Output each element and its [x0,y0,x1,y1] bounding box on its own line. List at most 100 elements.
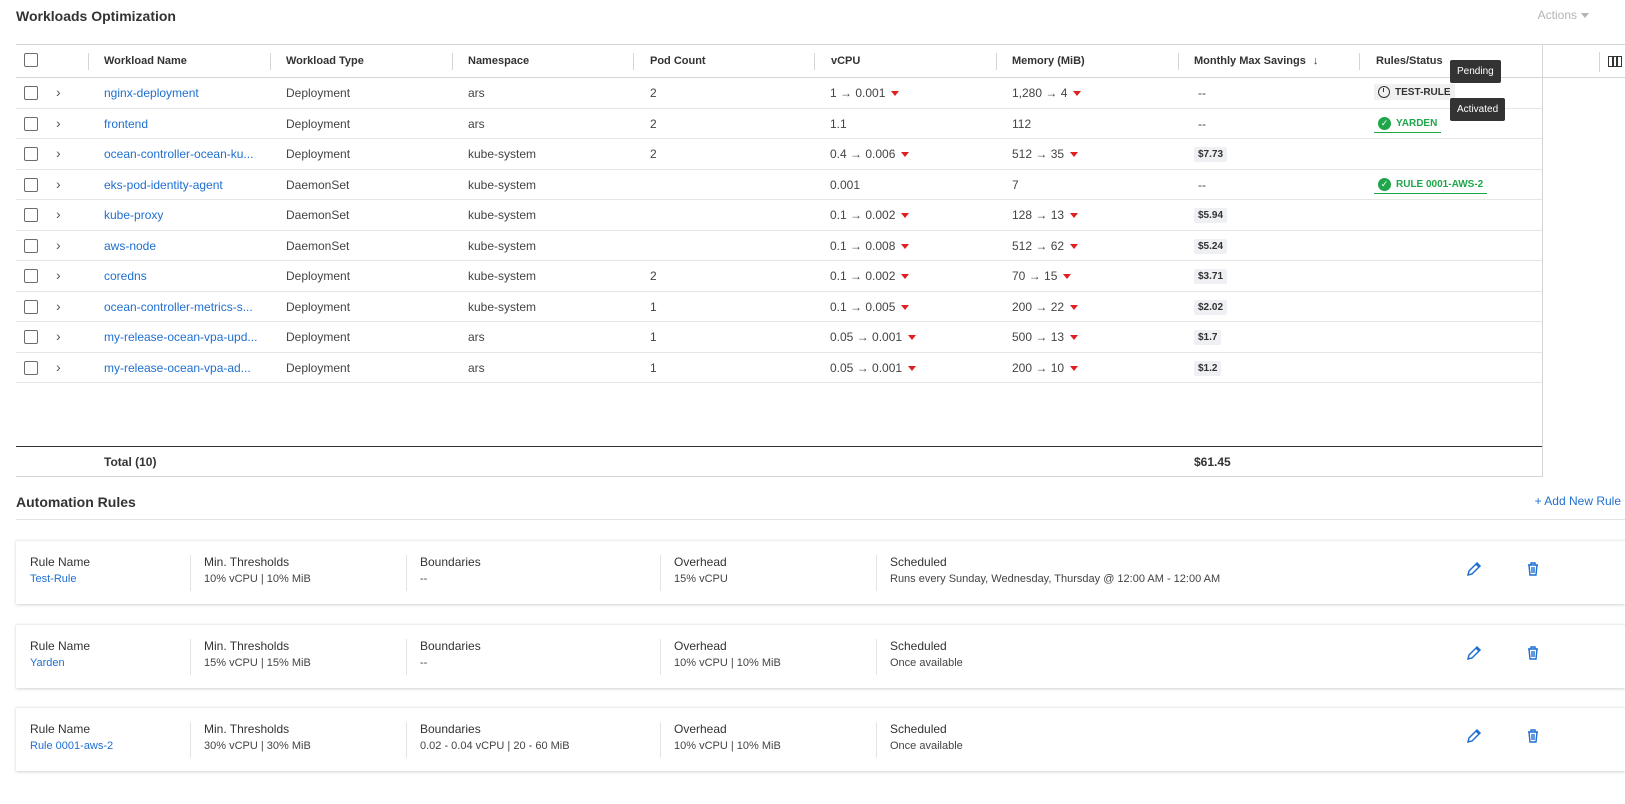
workload-name-link[interactable]: my-release-ocean-vpa-ad... [104,361,251,375]
col-monthly-savings[interactable]: Monthly Max Savings ↓ [1194,55,1318,67]
row-checkbox[interactable] [24,86,38,100]
table-row[interactable]: › coredns Deployment kube-system 2 0.1 → 0.00… [16,261,1542,292]
edit-pencil-icon[interactable] [1466,728,1482,744]
edit-pencil-icon[interactable] [1466,561,1482,577]
vcpu-from: 0.1 [830,238,847,253]
expand-chevron-icon[interactable]: › [56,206,61,222]
savings-badge: $5.94 [1194,208,1228,223]
vcpu-from: 0.05 [830,360,854,375]
workload-name-link[interactable]: ocean-controller-metrics-s... [104,300,253,314]
overhead-header: Overhead [674,555,727,569]
table-row[interactable]: › my-release-ocean-vpa-upd... Deployment ar… [16,322,1542,353]
expand-chevron-icon[interactable]: › [56,115,61,131]
workload-name-link[interactable]: ocean-controller-ocean-ku... [104,147,253,161]
scheduled-col: Scheduled Once available [890,722,963,752]
table-row[interactable]: › frontend Deployment ars 2 1.1 112 -- ✓ YARDEN [16,109,1542,139]
rule-name-link[interactable]: Test-Rule [30,573,90,585]
row-checkbox[interactable] [24,360,38,375]
memory-from: 128 [1012,208,1033,222]
thresholds-col: Min. Thresholds 10% vCPU | 10% MiB [204,555,311,585]
table-row[interactable]: › ocean-controller-ocean-ku... Deployment k… [16,139,1542,170]
col-vcpu[interactable]: vCPU [831,55,860,67]
thresholds-col: Min. Thresholds 30% vCPU | 30% MiB [204,722,311,752]
pod-count: 1 [650,299,657,314]
decrease-arrow-icon [1070,152,1079,158]
vcpu-change: 0.05 → 0.001 [830,360,917,375]
vcpu-to: 0.006 [865,147,896,161]
table-body: › nginx-deployment Deployment ars 2 1 → 0.001… [16,78,1625,383]
row-checkbox[interactable] [24,238,38,253]
vcpu-from: 1 [830,86,837,100]
expand-chevron-icon[interactable]: › [56,328,61,344]
col-namespace[interactable]: Namespace [468,55,529,67]
delete-trash-icon[interactable] [1525,561,1541,577]
expand-chevron-icon[interactable]: › [56,176,61,192]
vcpu-to: 0.001 [872,360,903,375]
section-divider [16,519,1625,520]
col-pod-count[interactable]: Pod Count [650,55,706,67]
expand-chevron-icon[interactable]: › [56,84,61,100]
row-checkbox[interactable] [24,116,38,131]
row-checkbox[interactable] [24,208,38,222]
col-workload-type[interactable]: Workload Type [286,55,364,67]
thresholds-value: 30% vCPU | 30% MiB [204,740,311,752]
boundaries-col: Boundaries -- [420,555,481,585]
table-row[interactable]: › aws-node DaemonSet kube-system 0.1 → 0.008… [16,231,1542,261]
decrease-arrow-icon [901,274,910,280]
select-all-checkbox[interactable] [24,53,38,67]
workload-name-link[interactable]: my-release-ocean-vpa-upd... [104,330,257,344]
rule-name-link[interactable]: Yarden [30,657,90,669]
delete-trash-icon[interactable] [1525,728,1541,744]
workload-type: Deployment [286,269,351,283]
col-workload-name[interactable]: Workload Name [104,55,187,67]
delete-trash-icon[interactable] [1525,645,1541,661]
rule-status-active[interactable]: ✓ RULE 0001-AWS-2 [1374,176,1488,194]
actions-dropdown[interactable]: Actions [1538,8,1589,22]
vcpu-change: 0.1 → 0.008 [830,238,910,253]
row-checkbox[interactable] [24,330,38,344]
workload-type: DaemonSet [286,177,350,192]
workload-type: Deployment [286,330,351,344]
table-row[interactable]: › ocean-controller-metrics-s... Deployment… [16,292,1542,322]
col-rules-status[interactable]: Rules/Status [1376,55,1443,67]
table-row[interactable]: › eks-pod-identity-agent DaemonSet kube-sys… [16,170,1542,200]
workload-name-link[interactable]: aws-node [104,239,156,253]
row-checkbox[interactable] [24,269,38,283]
row-checkbox[interactable] [24,147,38,161]
rule-status-active[interactable]: ✓ YARDEN [1374,115,1442,133]
table-row[interactable]: › kube-proxy DaemonSet kube-system 0.1 → 0.0… [16,200,1542,231]
rule-status-pending[interactable]: TEST-RULE [1374,84,1455,100]
rule-name: RULE 0001-AWS-2 [1396,178,1484,190]
decrease-arrow-icon [1070,335,1079,341]
vcpu-change: 0.4 → 0.006 [830,147,910,161]
workload-name-link[interactable]: coredns [104,269,147,283]
workload-type: Deployment [286,360,351,375]
workload-name-link[interactable]: frontend [104,117,148,131]
workload-name-link[interactable]: eks-pod-identity-agent [104,178,223,192]
expand-chevron-icon[interactable]: › [56,145,61,161]
row-checkbox[interactable] [24,177,38,192]
rule-name-link[interactable]: Rule 0001-aws-2 [30,740,113,752]
decrease-arrow-icon [1063,274,1072,280]
memory-from: 200 [1012,360,1033,375]
vcpu-value: 1.1 [830,116,847,131]
expand-chevron-icon[interactable]: › [56,359,61,375]
expand-chevron-icon[interactable]: › [56,237,61,253]
expand-chevron-icon[interactable]: › [56,267,61,283]
thresholds-header: Min. Thresholds [204,555,290,569]
thresholds-header: Min. Thresholds [204,722,290,736]
table-header: Workload Name Workload Type Namespace Po… [16,45,1625,78]
expand-chevron-icon[interactable]: › [56,298,61,314]
rule-name: YARDEN [1396,117,1438,129]
table-row[interactable]: › nginx-deployment Deployment ars 2 1 → 0.001… [16,78,1542,109]
workload-name-link[interactable]: kube-proxy [104,208,163,222]
table-row[interactable]: › my-release-ocean-vpa-ad... Deployment ars… [16,353,1542,383]
edit-pencil-icon[interactable] [1466,645,1482,661]
decrease-arrow-icon [901,304,910,310]
workload-name-link[interactable]: nginx-deployment [104,86,199,100]
add-new-rule-button[interactable]: + Add New Rule [1535,494,1621,508]
col-memory[interactable]: Memory (MiB) [1012,55,1085,67]
namespace: ars [468,86,485,100]
boundaries-col: Boundaries 0.02 - 0.04 vCPU | 20 - 60 MiB [420,722,570,752]
row-checkbox[interactable] [24,299,38,314]
